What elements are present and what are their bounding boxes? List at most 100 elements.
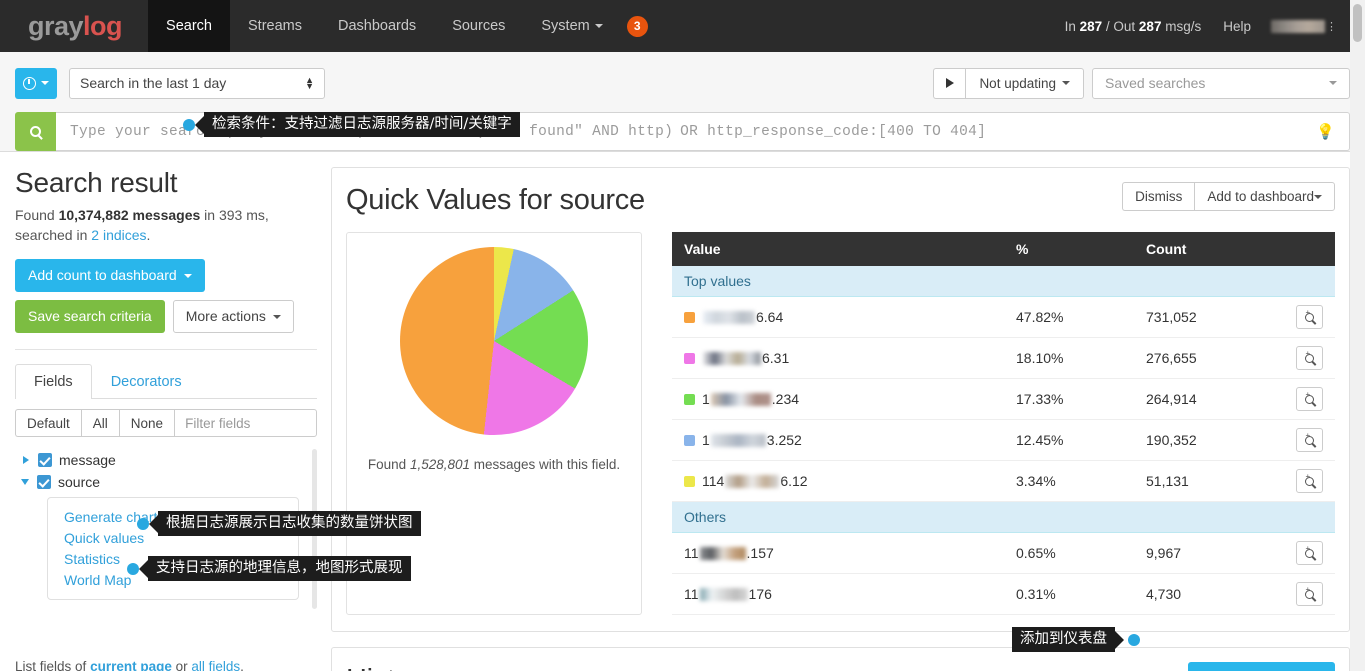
- field-checkbox-source[interactable]: [37, 475, 51, 489]
- table-head: Value % Count: [672, 232, 1335, 266]
- fields-toolbar: Default All None Filter fields: [15, 409, 317, 437]
- more-actions-label: More actions: [185, 308, 266, 324]
- help-menu[interactable]: Help: [1223, 19, 1251, 34]
- table-row[interactable]: 11 .157 0.65% 9,967: [672, 532, 1335, 574]
- zoom-in-button[interactable]: [1296, 305, 1323, 329]
- list-fields-note: List fields of current page or all field…: [15, 659, 317, 671]
- notification-badge[interactable]: 3: [626, 15, 648, 37]
- value-redacted: [699, 546, 746, 560]
- throughput-in-label: In: [1064, 18, 1076, 34]
- graylog-logo[interactable]: gray log: [0, 0, 148, 52]
- tab-fields[interactable]: Fields: [15, 364, 92, 399]
- help-label: Help: [1223, 18, 1251, 34]
- chevron-down-icon: [272, 314, 281, 319]
- value-redacted: [699, 587, 748, 601]
- fields-default-button[interactable]: Default: [15, 409, 81, 437]
- zoom-in-button[interactable]: [1296, 346, 1323, 370]
- field-row-source[interactable]: source: [15, 471, 317, 493]
- timerange-select[interactable]: Search in the last 1 day ▲ ▼: [69, 67, 325, 99]
- add-count-to-dashboard-button[interactable]: Add count to dashboard: [15, 259, 205, 292]
- search-right-controls: Not updating Saved searches: [933, 67, 1350, 99]
- value-suffix: .157: [746, 545, 774, 561]
- dismiss-button[interactable]: Dismiss: [1122, 182, 1195, 211]
- indices-link[interactable]: 2 indices: [91, 227, 146, 243]
- page-scrollbar-thumb[interactable]: [1353, 4, 1362, 42]
- field-action-quick-values[interactable]: Quick values: [48, 527, 298, 548]
- table-cell-value: 114 6.12: [672, 460, 1004, 502]
- table-row[interactable]: 11 176 0.31% 4,730: [672, 573, 1335, 615]
- found-suffix: .: [146, 227, 151, 243]
- fields-all-button[interactable]: All: [80, 409, 119, 437]
- lightbulb-icon[interactable]: 💡: [1316, 122, 1335, 141]
- series-color-swatch: [684, 475, 695, 487]
- table-row[interactable]: 1 .234 17.33% 264,914: [672, 378, 1335, 420]
- page-scrollbar[interactable]: [1350, 0, 1365, 671]
- chevron-down-icon[interactable]: [21, 479, 29, 485]
- pie-caption-prefix: Found: [367, 457, 407, 472]
- table-row[interactable]: 114 6.12 3.34% 51,131: [672, 460, 1335, 502]
- field-row-message[interactable]: message: [15, 449, 317, 471]
- zoom-in-button[interactable]: [1296, 387, 1323, 411]
- nav-item-sources[interactable]: Sources: [434, 0, 523, 52]
- pie-chart[interactable]: [400, 247, 588, 435]
- sidebar-tabs: Fields Decorators: [15, 364, 317, 399]
- magnifier-plus-icon: [1305, 349, 1314, 363]
- fields-list: message source Generate chart Quick valu…: [15, 449, 317, 645]
- table-row[interactable]: 6.31 18.10% 276,655: [672, 337, 1335, 379]
- list-fields-current-page-link[interactable]: current page: [90, 659, 172, 671]
- table-cell-count: 264,914: [1134, 378, 1284, 420]
- value-redacted: [710, 392, 771, 406]
- saved-searches-select[interactable]: Saved searches: [1092, 67, 1350, 99]
- fields-default-label: Default: [27, 415, 70, 431]
- value-suffix: 176: [748, 586, 772, 602]
- magnifier-plus-icon: [1305, 308, 1314, 322]
- updating-dropdown[interactable]: Not updating: [965, 67, 1084, 99]
- chevron-down-icon: [1314, 194, 1322, 199]
- more-actions-button[interactable]: More actions: [172, 300, 294, 333]
- value-suffix: 6.64: [756, 309, 784, 325]
- user-menu[interactable]: ⋮: [1271, 19, 1339, 33]
- table-row[interactable]: 6.64 47.82% 731,052: [672, 296, 1335, 338]
- chevron-down-icon: [183, 273, 192, 278]
- series-color-swatch: [684, 311, 695, 323]
- quick-values-table-wrap: Value % Count Top values 6.64 47.82% 731,05…: [672, 232, 1335, 615]
- field-checkbox-message[interactable]: [38, 453, 52, 467]
- section-top-values: Top values: [672, 266, 1335, 297]
- search-icon: [30, 126, 41, 137]
- search-query-input[interactable]: Type your search query here and press en…: [56, 112, 1350, 151]
- field-action-generate-chart[interactable]: Generate chart: [48, 506, 298, 527]
- table-row[interactable]: 1 3.252 12.45% 190,352: [672, 419, 1335, 461]
- tab-decorators[interactable]: Decorators: [92, 364, 201, 399]
- zoom-in-button[interactable]: [1296, 428, 1323, 452]
- table-cell-percent: 17.33%: [1004, 378, 1134, 420]
- nav-item-search[interactable]: Search: [148, 0, 230, 52]
- nav-item-streams[interactable]: Streams: [230, 0, 320, 52]
- save-search-criteria-button[interactable]: Save search criteria: [15, 300, 165, 333]
- list-fields-all-link[interactable]: all fields: [191, 659, 240, 671]
- histogram-add-to-dashboard-button[interactable]: Add to dashboard: [1188, 662, 1335, 671]
- fields-none-button[interactable]: None: [118, 409, 175, 437]
- nav-item-dashboards[interactable]: Dashboards: [320, 0, 434, 52]
- zoom-in-button[interactable]: [1296, 541, 1323, 565]
- search-controls: Search in the last 1 day ▲ ▼ Not updating…: [0, 52, 1365, 152]
- histogram-header: Histogram Year, Quarter, Month, Week, Da…: [346, 662, 1335, 671]
- nav-item-system[interactable]: System: [523, 0, 620, 52]
- magnifier-plus-icon: [1305, 585, 1314, 599]
- search-submit-button[interactable]: [15, 112, 56, 151]
- play-button[interactable]: [933, 67, 966, 99]
- logo-text-gray: gray: [28, 10, 84, 41]
- table-cell-value: 11 176: [672, 573, 1004, 615]
- chevron-right-icon[interactable]: [23, 456, 29, 464]
- zoom-in-button[interactable]: [1296, 469, 1323, 493]
- add-to-dashboard-button[interactable]: Add to dashboard: [1194, 182, 1335, 211]
- table-cell-value: 1 3.252: [672, 419, 1004, 461]
- histogram-actions: Add to dashboard: [1188, 662, 1335, 671]
- field-action-world-map[interactable]: World Map: [48, 569, 298, 590]
- zoom-in-button[interactable]: [1296, 582, 1323, 606]
- fields-filter-input[interactable]: Filter fields: [174, 409, 317, 437]
- timerange-type-button[interactable]: [15, 67, 57, 99]
- quick-values-title: Quick Values for source: [346, 184, 645, 216]
- top-navbar: gray log Search Streams Dashboards Source…: [0, 0, 1365, 52]
- field-action-statistics[interactable]: Statistics: [48, 548, 298, 569]
- fields-list-scrollbar[interactable]: [312, 449, 317, 609]
